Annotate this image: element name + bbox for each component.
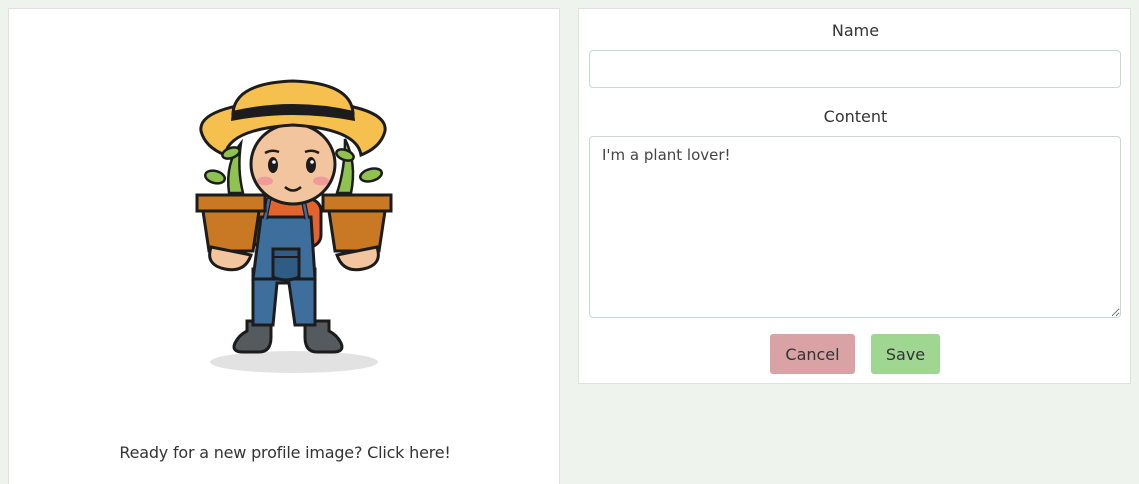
content-label: Content: [823, 107, 888, 126]
profile-image-panel: Ready for a new profile image? Click her…: [8, 8, 560, 484]
content-textarea[interactable]: I'm a plant lover!: [589, 136, 1121, 318]
avatar[interactable]: [185, 69, 395, 379]
change-profile-image-link[interactable]: Ready for a new profile image? Click her…: [9, 443, 561, 462]
save-button[interactable]: Save: [871, 334, 940, 374]
farmer-avatar-illustration: [195, 79, 393, 373]
edit-profile-page: Ready for a new profile image? Click her…: [0, 0, 1139, 484]
name-label: Name: [831, 21, 880, 40]
name-input[interactable]: [589, 50, 1121, 88]
profile-edit-form: Name Content I'm a plant lover! Cancel S…: [578, 8, 1131, 384]
cancel-button[interactable]: Cancel: [770, 334, 855, 374]
